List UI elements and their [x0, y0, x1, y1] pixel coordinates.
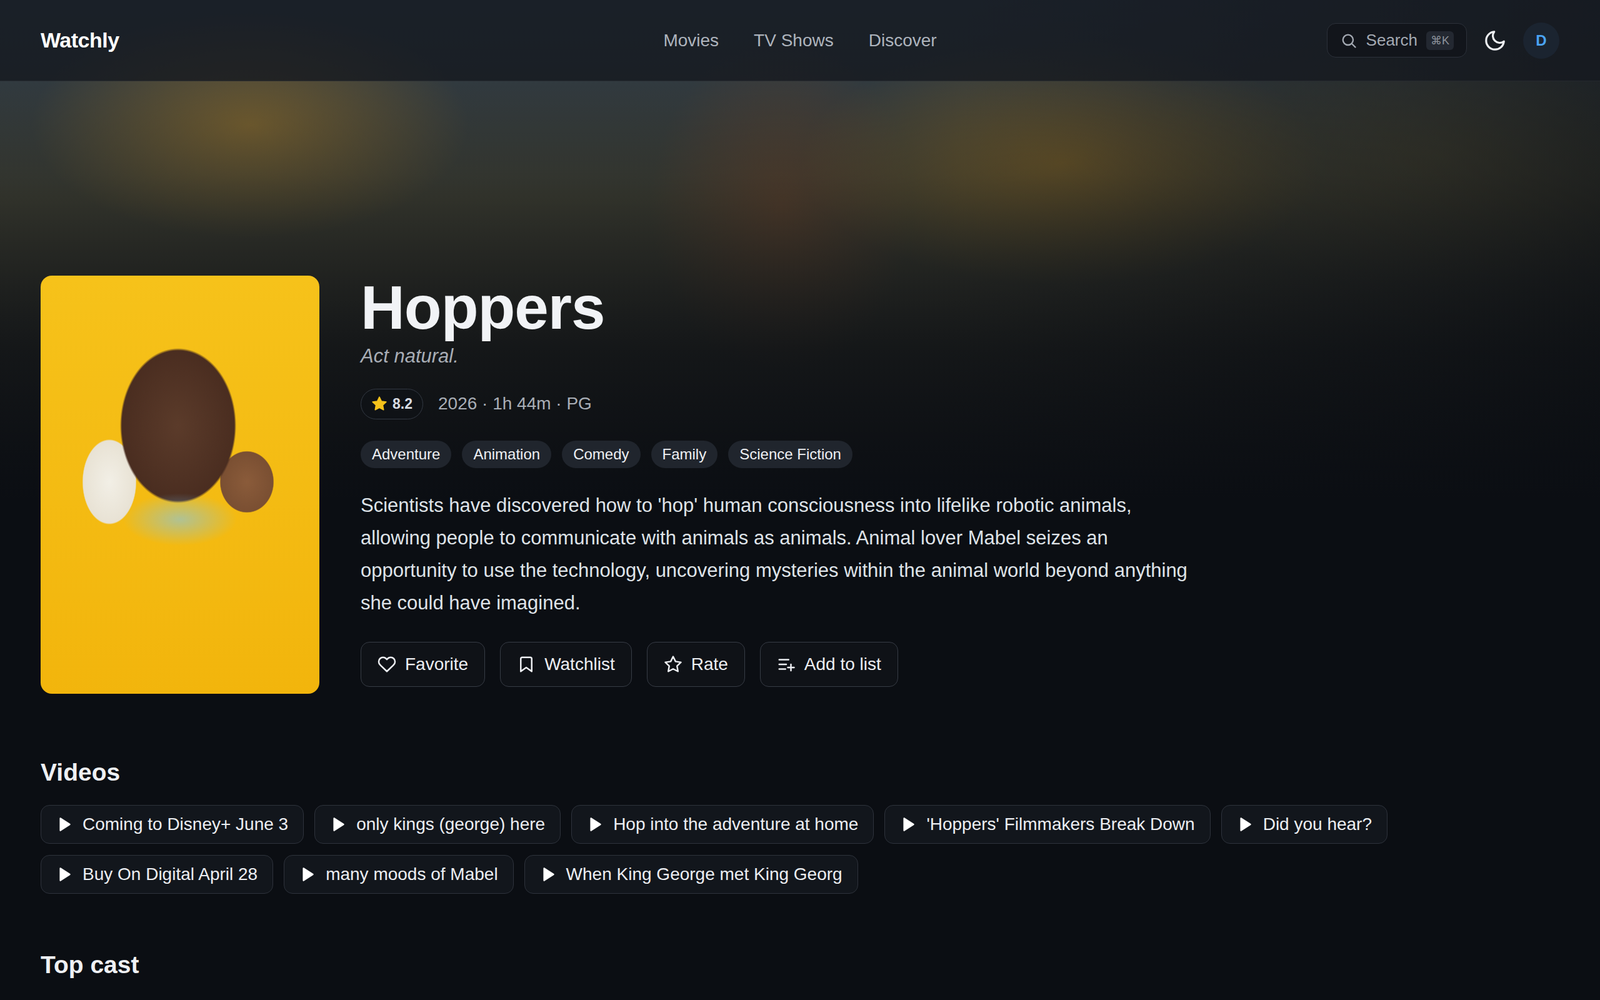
rating-badge: 8.2: [360, 388, 424, 420]
video-title: When King George met King Georg: [566, 864, 843, 885]
rating-value: 8.2: [392, 395, 413, 413]
play-icon: [56, 866, 73, 883]
movie-meta: 2026 · 1h 44m · PG: [438, 393, 592, 414]
poster-image: [40, 275, 320, 694]
nav-link[interactable]: Discover: [868, 30, 937, 51]
nav-link[interactable]: Movies: [663, 30, 719, 51]
genre-tag[interactable]: Science Fiction: [728, 440, 853, 469]
overview: Scientists have discovered how to 'hop' …: [360, 489, 1192, 620]
genre-tag[interactable]: Family: [651, 440, 719, 469]
search-button[interactable]: Search ⌘K: [1326, 23, 1467, 58]
watchlist-button[interactable]: Watchlist: [500, 641, 632, 687]
video-title: Hop into the adventure at home: [613, 814, 859, 835]
top-bar: WatchlyMovies TV Shows Discover Search ⌘K D: [0, 0, 1600, 82]
section-heading: Videos: [40, 758, 1560, 787]
video-button[interactable]: Did you hear?: [1221, 805, 1388, 844]
video-list: Coming to Disney+ June 3 only kings (geor…: [40, 805, 1560, 894]
search-icon: [1340, 31, 1358, 50]
star-icon: [371, 395, 388, 412]
action-buttons: Favorite Watchlist Rate Add to list: [360, 641, 1560, 687]
list-button[interactable]: Add to list: [760, 641, 899, 687]
video-button[interactable]: Buy On Digital April 28: [40, 855, 274, 894]
video-title: many moods of Mabel: [325, 864, 498, 885]
play-icon: [1236, 816, 1254, 833]
play-icon: [900, 816, 917, 833]
header-actions: Search ⌘K D: [936, 22, 1560, 59]
button-label: Add to list: [804, 654, 882, 675]
play-icon: [299, 866, 316, 883]
bookmark-icon: [516, 655, 536, 674]
rate-button[interactable]: Rate: [646, 641, 745, 687]
heart-icon: [377, 655, 397, 674]
user-avatar[interactable]: D: [1523, 22, 1560, 59]
videos-section: Videos Coming to Disney+ June 3 only kings…: [40, 758, 1560, 894]
genre-list: Adventure Animation Comedy Family Science Fi…: [360, 440, 1560, 469]
logo[interactable]: Watchly: [40, 28, 664, 53]
nav-link[interactable]: TV Shows: [753, 30, 834, 51]
video-title: Coming to Disney+ June 3: [82, 814, 289, 835]
moon-icon: [1483, 28, 1507, 53]
main-nav: Movies TV Shows Discover: [663, 30, 937, 51]
video-button[interactable]: 'Hoppers' Filmmakers Break Down: [884, 805, 1210, 844]
video-title: only kings (george) here: [356, 814, 545, 835]
video-button[interactable]: When King George met King Georg: [524, 855, 859, 894]
video-title: Buy On Digital April 28: [82, 864, 258, 885]
genre-tag[interactable]: Comedy: [561, 440, 640, 469]
video-title: 'Hoppers' Filmmakers Break Down: [926, 814, 1195, 835]
button-label: Rate: [691, 654, 729, 675]
list-plus-icon: [776, 655, 796, 674]
search-label: Search: [1366, 30, 1418, 50]
video-button[interactable]: Hop into the adventure at home: [571, 805, 874, 844]
shortcut-key: ⌘K: [1426, 31, 1454, 50]
section-heading: Top cast: [40, 951, 1560, 979]
video-button[interactable]: Coming to Disney+ June 3: [40, 805, 304, 844]
genre-tag[interactable]: Animation: [461, 440, 552, 469]
movie-title: Hoppers: [360, 275, 1560, 340]
button-label: Favorite: [405, 654, 469, 675]
play-icon: [330, 816, 347, 833]
page: WatchlyMovies TV Shows Discover Search ⌘K D Ho…: [0, 0, 1600, 979]
content: Hoppers Act natural. 8.2 2026 · 1h 44m · PG…: [0, 81, 1600, 979]
theme-toggle[interactable]: [1483, 28, 1507, 53]
video-button[interactable]: only kings (george) here: [314, 805, 561, 844]
play-icon: [586, 816, 604, 833]
favorite-button[interactable]: Favorite: [360, 641, 485, 687]
tagline: Act natural.: [360, 345, 1560, 368]
play-icon: [540, 866, 557, 883]
movie-hero: Hoppers Act natural. 8.2 2026 · 1h 44m · PG…: [40, 275, 1560, 694]
genre-tag[interactable]: Adventure: [360, 440, 452, 469]
play-icon: [56, 816, 73, 833]
meta-row: 8.2 2026 · 1h 44m · PG: [360, 388, 1560, 420]
star-icon: [663, 655, 683, 674]
cast-section: Top cast: [40, 951, 1560, 979]
video-title: Did you hear?: [1263, 814, 1372, 835]
movie-info: Hoppers Act natural. 8.2 2026 · 1h 44m · PG…: [360, 275, 1560, 687]
button-label: Watchlist: [544, 654, 615, 675]
video-button[interactable]: many moods of Mabel: [283, 855, 514, 894]
